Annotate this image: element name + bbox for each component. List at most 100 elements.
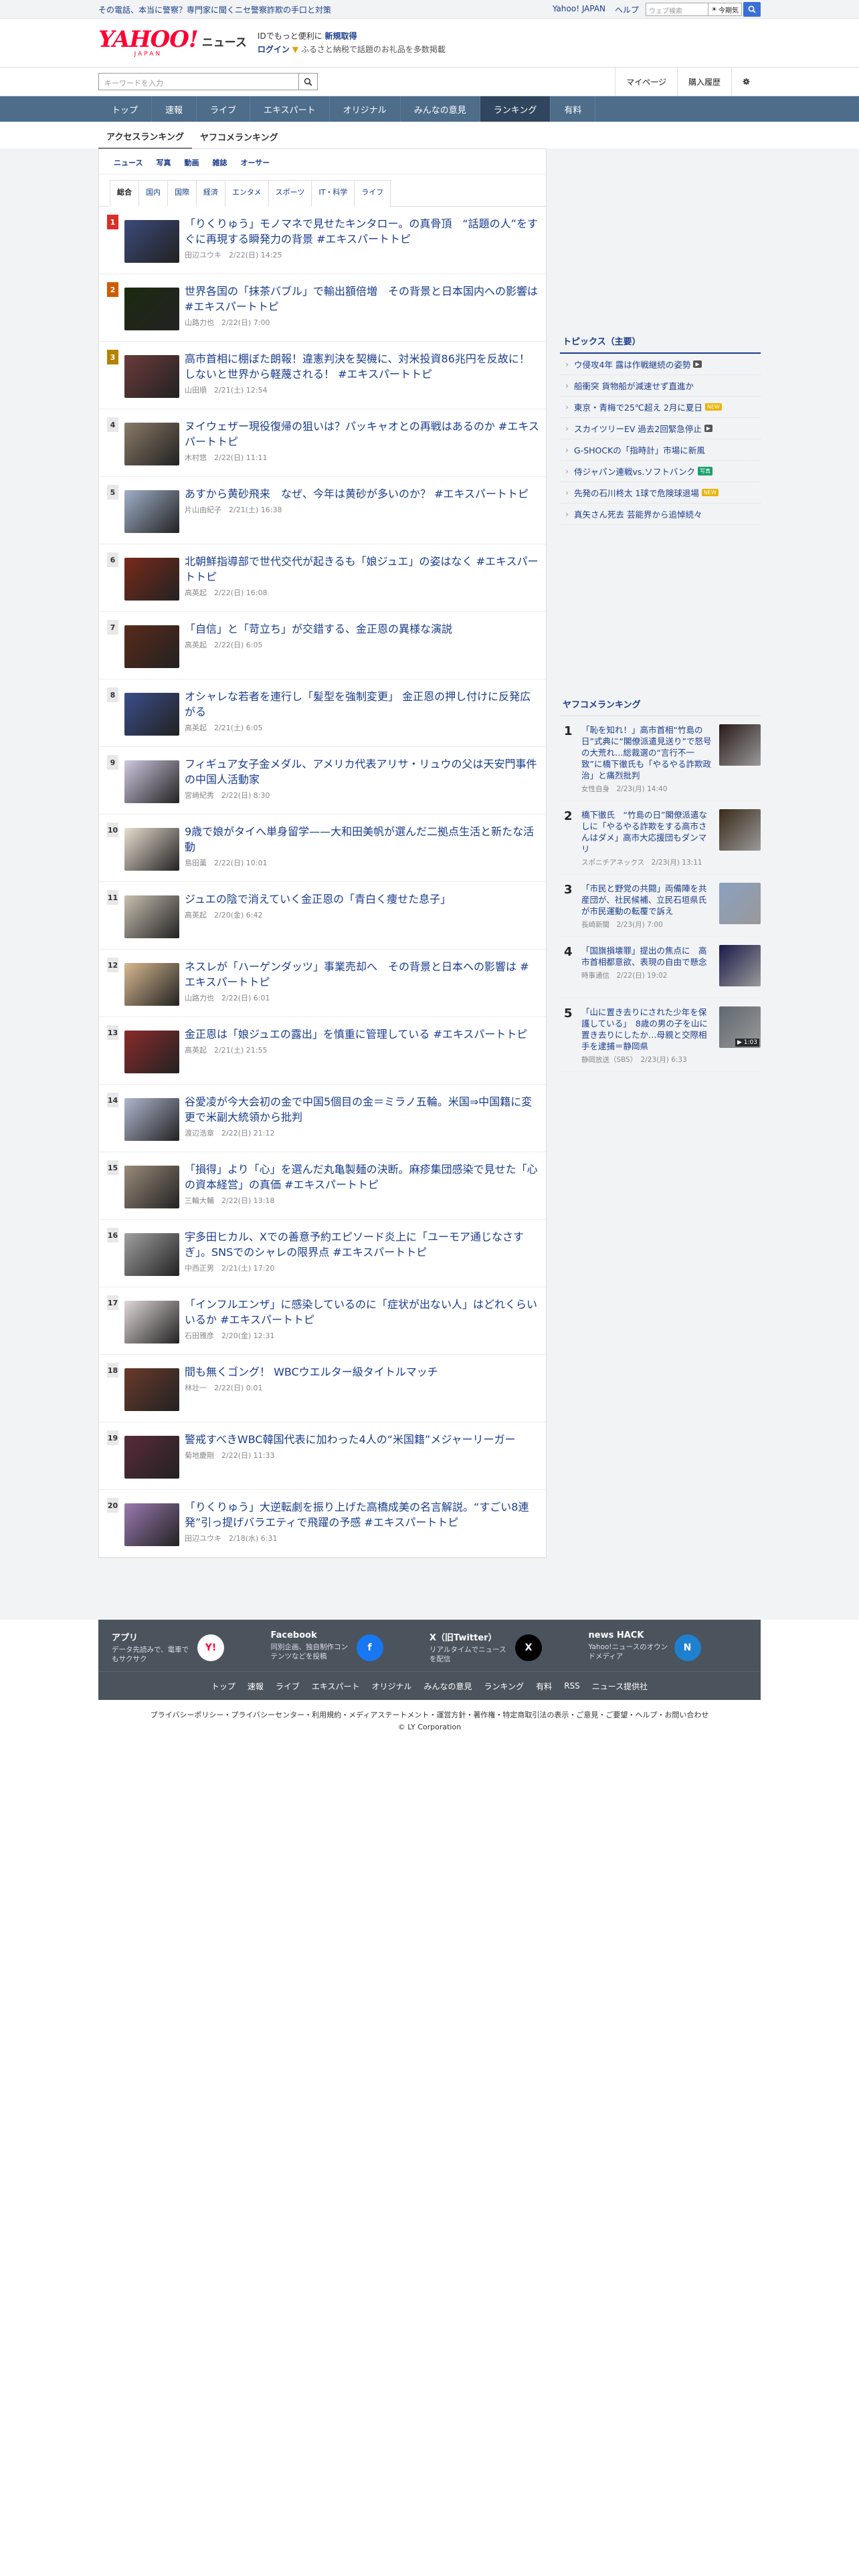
app-icon[interactable]: Y! [197,1634,224,1661]
nav-expert[interactable]: エキスパート [250,96,330,122]
article-title[interactable]: 警戒すべきWBC韓国代表に加わった4人の“米国籍”メジャーリーガー [185,1433,516,1446]
article-title[interactable]: 谷愛凌が今大会初の金で中国5個目の金＝ミラノ五輪。米国⇒中国籍に変更で米副大統領… [185,1095,532,1123]
news-search-button[interactable] [299,73,318,90]
topic-item[interactable]: 真矢さん死去 芸能界から追悼続々 [560,504,761,525]
footer-link[interactable]: ランキング [484,1681,524,1692]
yahocome-thumbnail[interactable] [719,724,761,766]
article-title[interactable]: 「りくりゅう」モノマネで見せたキンタロー。の真骨頂 “話題の人”をすぐに再現する… [185,217,538,245]
nav-breaking[interactable]: 速報 [152,96,197,122]
yahocome-item[interactable]: 3 「市民と野党の共闘」両備陣を共産団が、社民候補、立民石垣県氏が市民運動の転覆で… [560,875,761,937]
yahocome-item[interactable]: 5 「山に置き去りにされた少年を保護している」 8歳の男の子を山に置き去りにしたか… [560,998,761,1072]
genre-entertainment[interactable]: エンタメ [225,180,269,207]
tab-yahocome-ranking[interactable]: ヤフコメランキング [192,130,286,150]
yahocome-thumbnail[interactable] [719,883,761,924]
topic-item[interactable]: スカイツリーEV 過去2回緊急停止▶ [560,418,761,439]
legal-links[interactable]: プライバシーポリシー・プライバシーセンター・利用規約・メディアステートメント・運… [98,1709,761,1721]
x-icon[interactable]: X [515,1634,542,1661]
article-title[interactable]: 「インフルエンザ」に感染しているのに「症状が出ない人」はどれくらいいるか #エキ… [185,1298,537,1326]
mypage-link[interactable]: マイページ [615,68,677,96]
topic-item[interactable]: 先発の石川柊太 1球で危険球退場NEW [560,482,761,504]
article-thumbnail[interactable] [124,1301,179,1344]
settings-button[interactable] [731,68,761,96]
topic-link[interactable]: G-SHOCKの「指時計」市場に新風 [574,443,705,456]
article-thumbnail[interactable] [124,288,179,330]
footer-link[interactable]: トップ [211,1681,235,1692]
article-title[interactable]: ジュエの陰で消えていく金正恩の「青白く痩せた息子」 [185,893,451,905]
footer-app-card[interactable]: Facebook 同別企画、独自制作コンテンツなどを投稿 f [271,1630,430,1671]
top-notice-link[interactable]: その電話、本当に警察？専門家に聞くニセ警察詐欺の手口と対策 [98,4,553,15]
yahocome-title[interactable]: 「恥を知れ！」高市首相“竹島の日”式典に“閣僚派遣見送り”で怒号の大荒れ…総裁選… [581,724,714,781]
ranking-item[interactable]: 2 世界各国の「抹茶バブル」で輸出額倍増 その背景と日本国内への影響は #エキスパ… [99,274,546,342]
ranking-item[interactable]: 13 金正恩は「娘ジュエの露出」を慎重に管理している #エキスパートトピ 高英起 2… [99,1017,546,1085]
topic-link[interactable]: 侍ジャパン連戦vs.ソフトバンク [574,465,695,477]
furusato-link[interactable]: ふるさと納税で話題のお礼品を多数掲載 [301,45,446,54]
ranking-item[interactable]: 9 フィギュア女子金メダル、アメリカ代表アリサ・リュウの父は天安門事件の中国人活動… [99,747,546,815]
ranking-item[interactable]: 1 「りくりゅう」モノマネで見せたキンタロー。の真骨頂 “話題の人”をすぐに再現す… [99,207,546,274]
ranking-item[interactable]: 14 谷愛凌が今大会初の金で中国5個目の金＝ミラノ五輪。米国⇒中国籍に変更で米副大… [99,1085,546,1152]
footer-link[interactable]: エキスパート [312,1681,360,1692]
article-thumbnail[interactable] [124,1098,179,1141]
history-link[interactable]: 購入履歴 [676,68,731,96]
topic-item[interactable]: G-SHOCKの「指時計」市場に新風 [560,439,761,461]
yahocome-item[interactable]: 1 「恥を知れ！」高市首相“竹島の日”式典に“閣僚派遣見送り”で怒号の大荒れ…総裁… [560,716,761,801]
footer-app-card[interactable]: アプリ データ先読みで、電車でもサクサク Y! [112,1630,271,1671]
genre-it-science[interactable]: IT・科学 [311,180,355,207]
article-thumbnail[interactable] [124,1503,179,1546]
article-title[interactable]: 世界各国の「抹茶バブル」で輸出額倍増 その背景と日本国内への影響は #エキスパー… [185,285,538,313]
nav-paid[interactable]: 有料 [551,96,596,122]
ranking-item[interactable]: 18 間も無くゴング！ WBCウエルター級タイトルマッチ 林壮一 2/22(日) 0… [99,1355,546,1422]
article-title[interactable]: オシャレな若者を連行し「髪型を強制変更」 金正恩の押し付けに反発広がる [185,690,531,718]
login-link[interactable]: ログイン [258,45,290,54]
yahocome-thumbnail[interactable] [719,945,761,986]
article-title[interactable]: 金正恩は「娘ジュエの露出」を慎重に管理している #エキスパートトピ [185,1028,527,1041]
topic-item[interactable]: ウ侵攻4年 露は作戦継続の姿勢▶ [560,354,761,375]
article-thumbnail[interactable] [124,760,179,803]
nav-ranking[interactable]: ランキング [480,96,551,122]
article-thumbnail[interactable] [124,1166,179,1208]
footer-link[interactable]: ライブ [276,1681,300,1692]
newshack-icon[interactable]: N [674,1634,701,1661]
genre-world[interactable]: 国際 [167,180,197,207]
cat-photo[interactable]: 写真 [156,157,171,174]
topic-link[interactable]: スカイツリーEV 過去2回緊急停止 [574,422,702,435]
article-title[interactable]: 「自信」と「苛立ち」が交錯する、金正恩の異様な演説 [185,623,452,635]
topic-item[interactable]: 船衝突 貨物船が減速せず直進か [560,375,761,397]
yahocome-thumbnail[interactable] [719,809,761,851]
ranking-item[interactable]: 5 あすから黄砂飛来 なぜ、今年は黄砂が多いのか？ #エキスパートトピ 片山由紀子 … [99,477,546,544]
article-thumbnail[interactable] [124,220,179,263]
yahocome-title[interactable]: 「市民と野党の共闘」両備陣を共産団が、社民候補、立民石垣県氏が市民運動の転覆で訴… [581,883,714,917]
article-thumbnail[interactable] [124,963,179,1006]
article-thumbnail[interactable] [124,1031,179,1073]
footer-link[interactable]: RSS [564,1681,580,1691]
ranking-item[interactable]: 7 「自信」と「苛立ち」が交錯する、金正恩の異様な演説 高英起 2/22(日) 6:… [99,612,546,679]
web-search-button[interactable] [743,2,761,17]
article-thumbnail[interactable] [124,895,179,938]
signup-link[interactable]: 新規取得 [325,31,357,41]
tab-access-ranking[interactable]: アクセスランキング [98,130,192,150]
ranking-item[interactable]: 8 オシャレな若者を連行し「髪型を強制変更」 金正恩の押し付けに反発広がる 高英起 … [99,679,546,747]
yahocome-item[interactable]: 2 橋下徹氏 “竹島の日”閣僚派遣なしに「やるやる詐欺をする高市さんはダメ」高市大… [560,801,761,875]
nav-opinion[interactable]: みんなの意見 [401,96,480,122]
footer-link[interactable]: みんなの意見 [424,1681,472,1692]
article-thumbnail[interactable] [124,625,179,668]
topic-link[interactable]: 東京・青梅で25℃超え 2月に夏日 [574,401,702,413]
article-thumbnail[interactable] [124,1368,179,1411]
article-title[interactable]: 「損得」より「心」を選んだ丸亀製麺の決断。麻疹集団感染で見せた「心の資本経営」の… [185,1163,538,1191]
ranking-item[interactable]: 19 警戒すべきWBC韓国代表に加わった4人の“米国籍”メジャーリーガー 菊地慶剛 … [99,1422,546,1490]
footer-link[interactable]: オリジナル [372,1681,412,1692]
topic-item[interactable]: 東京・青梅で25℃超え 2月に夏日NEW [560,397,761,418]
topic-item[interactable]: 侍ジャパン連戦vs.ソフトバンク写真 [560,461,761,482]
article-title[interactable]: ヌイウェザー現役復帰の狙いは？パッキャオとの再戦はあるのか #エキスパートトピ [185,420,539,448]
ranking-item[interactable]: 10 9歳で娘がタイへ単身留学——大和田美帆が選んだ二拠点生活と新たな活動 島田薫 … [99,815,546,882]
article-thumbnail[interactable] [124,693,179,736]
ranking-item[interactable]: 12 ネスレが「ハーゲンダッツ」事業売却へ その背景と日本への影響は #エキスパー… [99,950,546,1017]
footer-link[interactable]: ニュース提供社 [592,1681,648,1692]
genre-domestic[interactable]: 国内 [138,180,168,207]
nav-original[interactable]: オリジナル [330,96,401,122]
yahocome-thumbnail[interactable]: ▶ 1:03 [719,1006,761,1048]
yahocome-item[interactable]: 4 「国旗損壊罪」提出の焦点に 高市首相都意欲、表現の自由で懸念 時事通信 2/22… [560,937,761,998]
article-thumbnail[interactable] [124,558,179,601]
ranking-item[interactable]: 17 「インフルエンザ」に感染しているのに「症状が出ない人」はどれくらいいるか #… [99,1287,546,1355]
article-thumbnail[interactable] [124,1436,179,1479]
genre-sports[interactable]: スポーツ [268,180,312,207]
